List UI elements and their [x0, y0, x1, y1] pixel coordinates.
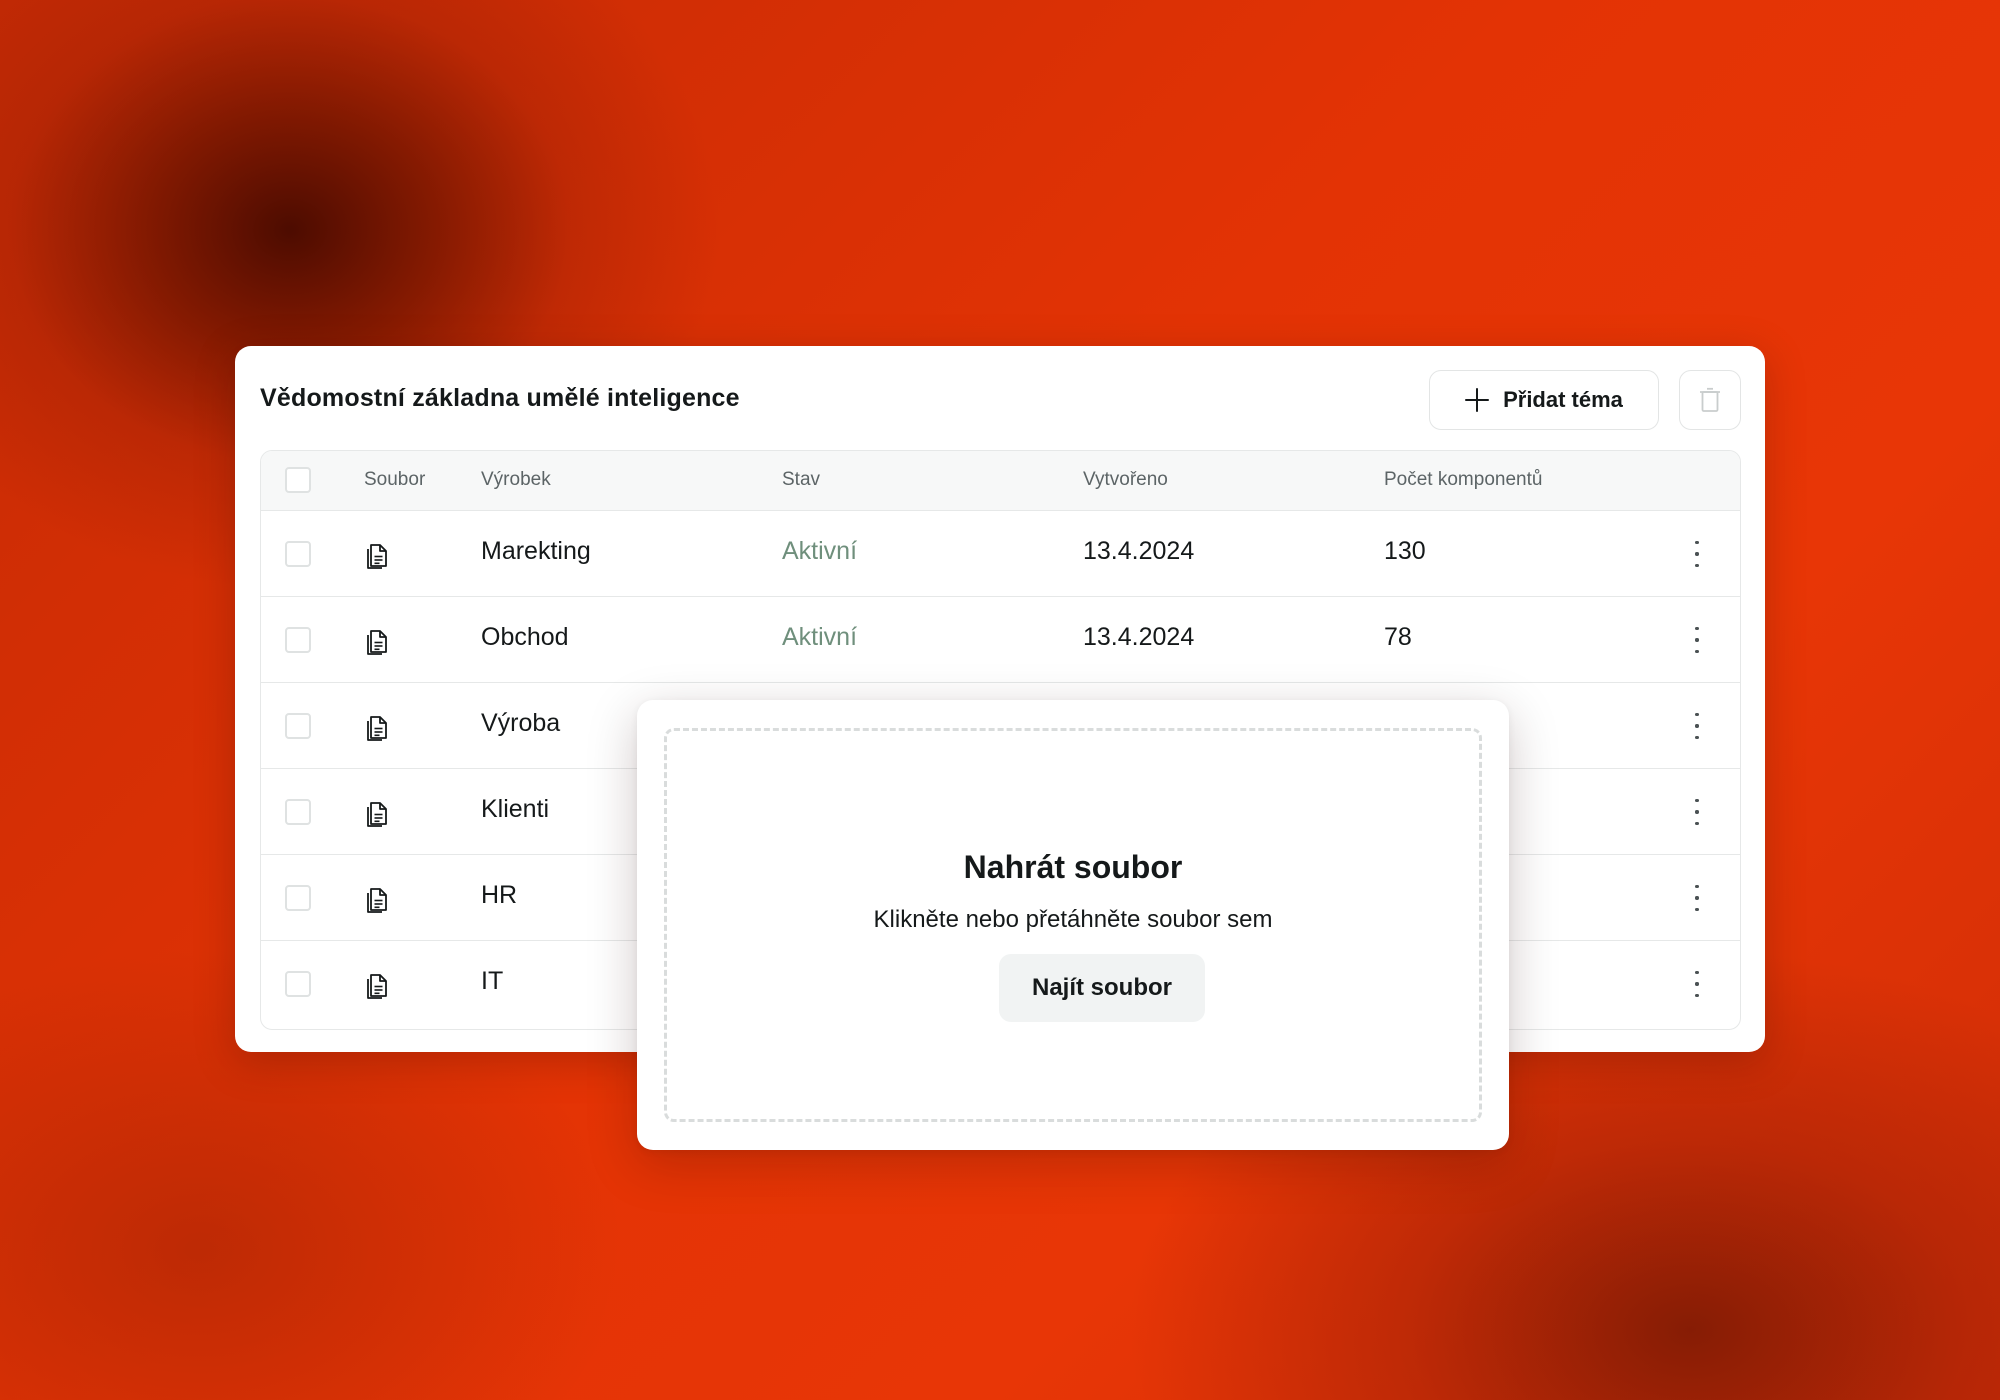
row-checkbox[interactable] [285, 541, 311, 567]
document-icon [367, 802, 387, 827]
row-checkbox[interactable] [285, 713, 311, 739]
upload-title: Nahrát soubor [963, 849, 1183, 885]
find-file-button[interactable]: Najít soubor [999, 954, 1205, 1022]
more-vertical-icon[interactable] [1691, 969, 1703, 999]
row-checkbox[interactable] [285, 799, 311, 825]
column-header-product[interactable]: Výrobek [481, 469, 551, 491]
add-topic-button[interactable]: Přidat téma [1429, 370, 1659, 430]
product-cell: IT [481, 967, 504, 995]
product-cell: Marekting [481, 537, 591, 565]
more-vertical-icon[interactable] [1691, 883, 1703, 913]
components-cell: 78 [1384, 623, 1412, 651]
column-header-file[interactable]: Soubor [364, 469, 425, 491]
product-cell: Obchod [481, 623, 569, 651]
select-all-checkbox[interactable] [285, 467, 311, 493]
page-title: Vědomostní základna umělé inteligence [260, 384, 740, 412]
document-icon [367, 888, 387, 913]
components-cell: 130 [1384, 537, 1426, 565]
created-cell: 13.4.2024 [1083, 623, 1195, 651]
table-header: Soubor Výrobek Stav Vytvořeno Počet komp… [261, 451, 1740, 511]
product-cell: HR [481, 881, 518, 909]
more-vertical-icon[interactable] [1691, 625, 1703, 655]
trash-icon [1700, 387, 1720, 412]
row-checkbox[interactable] [285, 971, 311, 997]
document-icon [367, 630, 387, 655]
row-checkbox[interactable] [285, 627, 311, 653]
created-cell: 13.4.2024 [1083, 537, 1195, 565]
upload-modal: Nahrát soubor Klikněte nebo přetáhněte s… [637, 700, 1509, 1150]
plus-icon [1465, 388, 1490, 412]
add-topic-label: Přidat téma [1503, 387, 1623, 412]
column-header-created[interactable]: Vytvořeno [1083, 469, 1168, 491]
delete-button[interactable] [1679, 370, 1741, 430]
more-vertical-icon[interactable] [1691, 539, 1703, 569]
upload-subtitle: Klikněte nebo přetáhněte soubor sem [873, 906, 1273, 933]
status-cell: Aktivní [782, 623, 858, 651]
document-icon [367, 716, 387, 741]
file-dropzone[interactable]: Nahrát soubor Klikněte nebo přetáhněte s… [664, 728, 1482, 1122]
table-row[interactable]: Marekting Aktivní 13.4.2024 130 [261, 511, 1740, 597]
row-checkbox[interactable] [285, 885, 311, 911]
table-row[interactable]: Obchod Aktivní 13.4.2024 78 [261, 597, 1740, 683]
more-vertical-icon[interactable] [1691, 797, 1703, 827]
product-cell: Výroba [481, 709, 561, 737]
product-cell: Klienti [481, 795, 550, 823]
more-vertical-icon[interactable] [1691, 711, 1703, 741]
column-header-components[interactable]: Počet komponentů [1384, 469, 1542, 491]
status-cell: Aktivní [782, 537, 858, 565]
document-icon [367, 544, 387, 569]
document-icon [367, 974, 387, 999]
column-header-status[interactable]: Stav [782, 469, 820, 491]
